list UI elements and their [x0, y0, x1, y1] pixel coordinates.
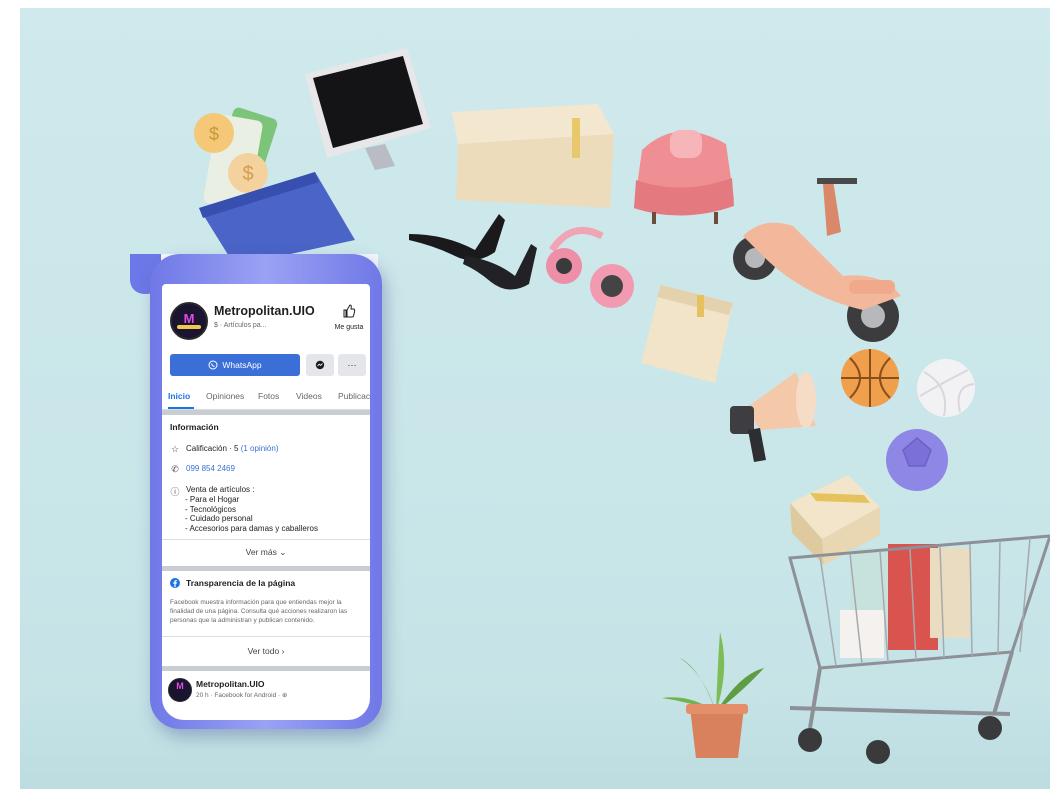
page-name[interactable]: Metropolitan.UIO [214, 304, 315, 318]
monitor-icon [305, 48, 431, 170]
rating-row: ☆ Calificación · 5 (1 opinión) [170, 444, 366, 455]
facebook-page-screen: M Metropolitan.UIO $ · Artículos pa... M… [162, 284, 370, 720]
soccer-ball-icon [886, 429, 948, 491]
star-icon: ☆ [170, 444, 180, 454]
divider-line [162, 539, 370, 540]
tab-videos[interactable]: Videos [296, 391, 322, 401]
description-item: - Tecnológicos [185, 504, 236, 514]
divider-line [162, 636, 370, 637]
basketball-icon [841, 349, 899, 407]
like-button[interactable]: Me gusta [334, 304, 364, 331]
phone-icon: ✆ [171, 464, 179, 474]
whatsapp-label: WhatsApp [222, 360, 262, 370]
section-divider [162, 410, 370, 415]
see-more-button[interactable]: Ver más ⌄ [162, 547, 370, 558]
active-tab-indicator [168, 407, 194, 409]
section-divider [162, 666, 370, 671]
post-meta: 20 h · Facebook for Android · ⊕ [196, 692, 288, 699]
see-all-button[interactable]: Ver todo › [162, 646, 370, 656]
transparency-title: Transparencia de la página [186, 578, 296, 588]
description-item: - Accesorios para damas y caballeros [185, 523, 318, 533]
tab-inicio[interactable]: Inicio [168, 391, 190, 401]
page-tabs: Inicio Opiniones Fotos Videos Publicac [162, 387, 370, 410]
rating-label: Calificación · 5 [186, 444, 241, 453]
messenger-button[interactable] [306, 354, 334, 376]
page-category: $ · Artículos pa... [214, 322, 267, 329]
post-avatar[interactable]: M [168, 678, 192, 702]
page-header: M Metropolitan.UIO $ · Artículos pa... M… [170, 302, 366, 342]
facebook-icon [170, 578, 180, 590]
description-item: - Para el Hogar [185, 495, 240, 504]
transparency-body: Facebook muestra información para que en… [170, 599, 348, 624]
tab-fotos[interactable]: Fotos [258, 391, 279, 401]
messenger-icon [315, 360, 325, 370]
box-icon [452, 104, 614, 208]
megaphone-icon [730, 372, 816, 462]
facebook-logo-icon [170, 578, 180, 588]
section-divider [162, 566, 370, 571]
credit-card-icon [199, 172, 355, 266]
whatsapp-icon [208, 360, 218, 370]
post-author[interactable]: Metropolitan.UIO [196, 679, 264, 689]
phone-device: M Metropolitan.UIO $ · Artículos pa... M… [150, 254, 382, 729]
phone-row: ✆ 099 854 2469 [170, 464, 366, 475]
tab-publicaciones[interactable]: Publicac [338, 391, 370, 401]
tab-opiniones[interactable]: Opiniones [206, 391, 244, 401]
info-icon: ⓘ [170, 487, 180, 497]
whatsapp-button[interactable]: WhatsApp [170, 354, 300, 376]
volleyball-icon [917, 359, 975, 417]
headphones-icon [546, 226, 634, 308]
plant-icon [662, 632, 764, 758]
scooter-icon [733, 178, 901, 342]
info-section-title: Información [170, 422, 219, 432]
description-item: - Cuidado personal [185, 514, 253, 523]
more-options-button[interactable]: ··· [338, 354, 366, 376]
like-label: Me gusta [334, 324, 364, 331]
rating-link[interactable]: (1 opinión) [241, 444, 279, 453]
shopping-cart-icon [788, 534, 1050, 764]
description-list: - Para el Hogar - Tecnológicos - Cuidado… [185, 495, 318, 533]
thumbs-up-icon [343, 304, 356, 318]
transparency-header: Transparencia de la página [170, 578, 366, 590]
heels-icon [409, 214, 537, 290]
phone-number[interactable]: 099 854 2469 [186, 464, 235, 475]
page-avatar[interactable]: M [170, 302, 208, 340]
svg-text:$: $ [209, 124, 219, 144]
